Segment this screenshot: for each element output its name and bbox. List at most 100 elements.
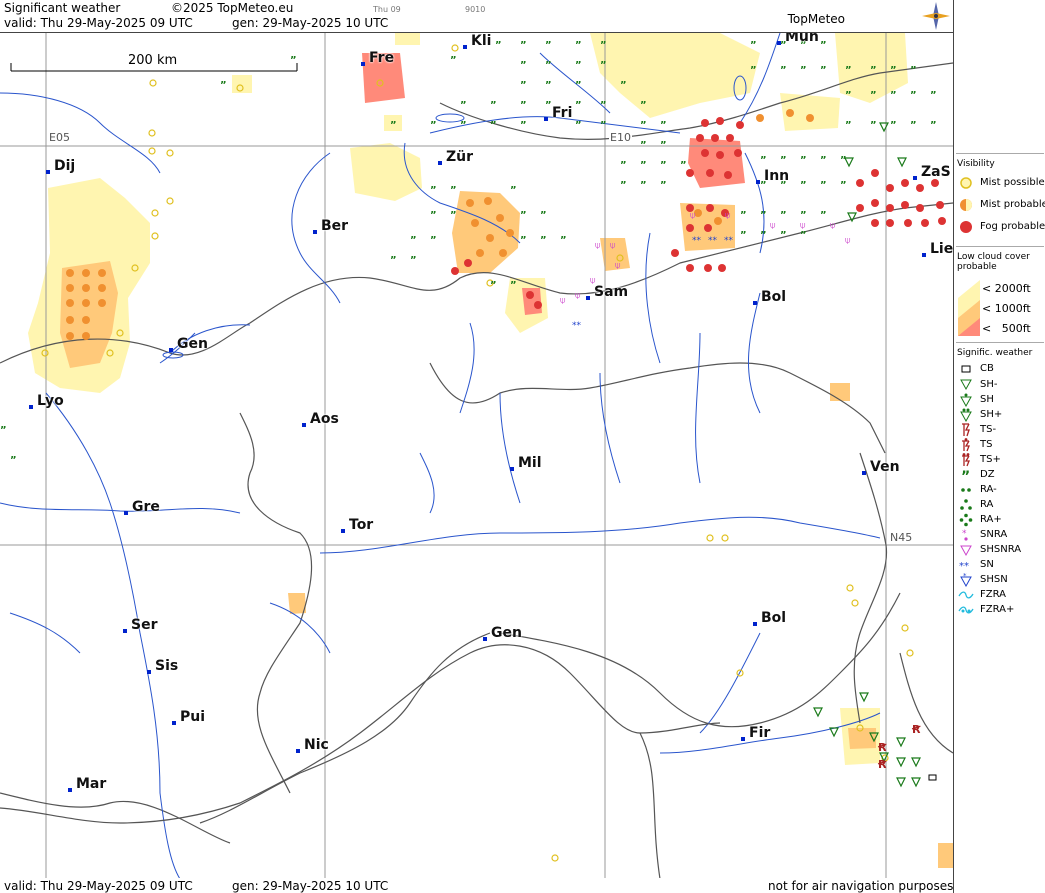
svg-text:**: ** bbox=[692, 236, 702, 246]
shower-snow-rain-icon bbox=[960, 545, 972, 557]
svg-text:”: ” bbox=[450, 55, 457, 66]
city-label: Mar bbox=[67, 776, 107, 792]
legend-label: SHSN bbox=[980, 574, 1008, 585]
chart-title: Significant weather bbox=[4, 1, 121, 15]
svg-text:”: ” bbox=[545, 100, 552, 111]
city-label: Dij bbox=[45, 158, 76, 174]
legend-divider bbox=[956, 246, 1044, 247]
svg-text:”: ” bbox=[390, 120, 397, 131]
svg-text:”: ” bbox=[760, 210, 767, 221]
freezing-rain-icon bbox=[958, 591, 974, 599]
svg-text:”: ” bbox=[450, 185, 457, 196]
city-label: Kli bbox=[462, 33, 492, 49]
footer-bar: valid: Thu 29-May-2025 09 UTC gen: 29-Ma… bbox=[0, 878, 953, 893]
legend-label: SH bbox=[980, 394, 994, 405]
rain-light-icon bbox=[961, 488, 971, 492]
tiny-code-label: 9010 bbox=[465, 5, 486, 14]
svg-text:”: ” bbox=[450, 210, 457, 221]
legend-label: Mist probable bbox=[980, 199, 1045, 210]
svg-text:”: ” bbox=[430, 120, 437, 131]
svg-text:”: ” bbox=[390, 255, 397, 266]
svg-text:”: ” bbox=[490, 280, 497, 291]
svg-text:”: ” bbox=[640, 100, 647, 111]
city-label: Bol bbox=[752, 289, 787, 305]
brand-logo: TopMeteo bbox=[787, 12, 845, 26]
svg-text:”: ” bbox=[540, 235, 547, 246]
svg-text:”: ” bbox=[780, 230, 787, 241]
footer-valid-time: valid: Thu 29-May-2025 09 UTC bbox=[4, 879, 193, 893]
country-borders bbox=[0, 62, 953, 879]
tiny-day-label: Thu 09 bbox=[373, 5, 401, 14]
city-label: Fir bbox=[740, 725, 771, 741]
svg-text:”: ” bbox=[740, 230, 747, 241]
legend-ts: TS bbox=[958, 438, 1044, 452]
scale-label: 200 km bbox=[128, 53, 178, 68]
svg-text:”: ” bbox=[820, 40, 827, 51]
weather-map[interactable]: ” ” ” ” ” ” ” ” ” ” ” ” ” ” ” ” ” ” ” ” ” ” ” ” ” ” ” ” ” ” ” ”… bbox=[0, 32, 953, 880]
svg-text:”: ” bbox=[800, 230, 807, 241]
svg-text:”: ” bbox=[890, 65, 897, 76]
legend-label: RA bbox=[980, 499, 994, 510]
svg-text:”: ” bbox=[600, 40, 607, 51]
legend-mist-possible: Mist possible bbox=[958, 176, 1045, 190]
city-label: Nic bbox=[296, 737, 329, 753]
svg-text:”: ” bbox=[600, 60, 607, 71]
svg-text:”: ” bbox=[820, 180, 827, 191]
svg-text:”: ” bbox=[540, 210, 547, 221]
cb-icon bbox=[961, 365, 971, 373]
legend-panel: Visibility Mist possible Mist probable F… bbox=[953, 0, 1045, 893]
snow-icon: ** bbox=[959, 561, 969, 572]
city-label: ZaS bbox=[913, 164, 951, 180]
svg-text:⍦: ⍦ bbox=[725, 211, 731, 221]
svg-text:”: ” bbox=[290, 55, 297, 66]
city-label: Ber bbox=[312, 218, 349, 234]
svg-text:”: ” bbox=[600, 120, 607, 131]
snow-rain-icon: * bbox=[962, 529, 968, 541]
freezing-rain-heavy-icon bbox=[958, 606, 974, 614]
legend-sh-heavy: SH+ bbox=[958, 408, 1044, 423]
svg-text:”: ” bbox=[750, 65, 757, 76]
svg-text:”: ” bbox=[220, 80, 227, 91]
cb-symbols bbox=[928, 774, 937, 781]
legend-mist-probable: Mist probable bbox=[958, 198, 1045, 212]
svg-text:”: ” bbox=[870, 90, 877, 101]
svg-text:Ꞧ: Ꞧ bbox=[877, 758, 887, 771]
svg-text:Ꞧ: Ꞧ bbox=[877, 741, 887, 754]
legend-sn: ** SN bbox=[958, 558, 1044, 572]
legend-snra: * SNRA bbox=[958, 528, 1044, 542]
svg-text:”: ” bbox=[800, 155, 807, 166]
svg-text:”: ” bbox=[520, 80, 527, 91]
svg-text:”: ” bbox=[680, 160, 687, 171]
legend-sh-light: SH- bbox=[958, 378, 1044, 392]
legend-fzra: FZRA bbox=[958, 588, 1044, 602]
legend-dz: ” DZ bbox=[958, 468, 1044, 485]
city-label: Pui bbox=[171, 709, 206, 725]
city-label: Fre bbox=[360, 50, 395, 66]
city-label: Mil bbox=[510, 455, 542, 471]
legend-label: RA+ bbox=[980, 514, 1002, 525]
thunderstorm-heavy-icon bbox=[962, 453, 970, 467]
svg-text:”: ” bbox=[760, 155, 767, 166]
legend-label: DZ bbox=[980, 469, 995, 480]
svg-text:”: ” bbox=[800, 65, 807, 76]
svg-text:”: ” bbox=[520, 235, 527, 246]
svg-text:”: ” bbox=[575, 40, 582, 51]
svg-text:⍦: ⍦ bbox=[830, 221, 836, 231]
rivers bbox=[0, 33, 881, 879]
svg-text:”: ” bbox=[910, 65, 917, 76]
svg-text:”: ” bbox=[800, 180, 807, 191]
rain-heavy-icon bbox=[959, 513, 973, 527]
svg-text:”: ” bbox=[575, 60, 582, 71]
copyright-text: ©2025 TopMeteo.eu bbox=[171, 1, 294, 15]
city-label: Fri bbox=[543, 105, 573, 121]
city-label: Sis bbox=[146, 658, 179, 674]
map-canvas: ” ” ” ” ” ” ” ” ” ” ” ” ” ” ” ” ” ” ” ” ” ” ” ” ” ” ” ” ” ” ” ”… bbox=[0, 33, 953, 879]
legend-low-cloud-title: Low cloud cover probable bbox=[957, 252, 1030, 272]
city-label: Bol bbox=[752, 610, 787, 626]
svg-text:”: ” bbox=[660, 140, 667, 151]
drizzle-icon: ” bbox=[961, 469, 970, 485]
svg-text:”: ” bbox=[760, 230, 767, 241]
footer-generated-time: gen: 29-May-2025 10 UTC bbox=[232, 879, 389, 893]
legend-fog-probable: Fog probable bbox=[958, 220, 1045, 234]
svg-text:”: ” bbox=[560, 235, 567, 246]
